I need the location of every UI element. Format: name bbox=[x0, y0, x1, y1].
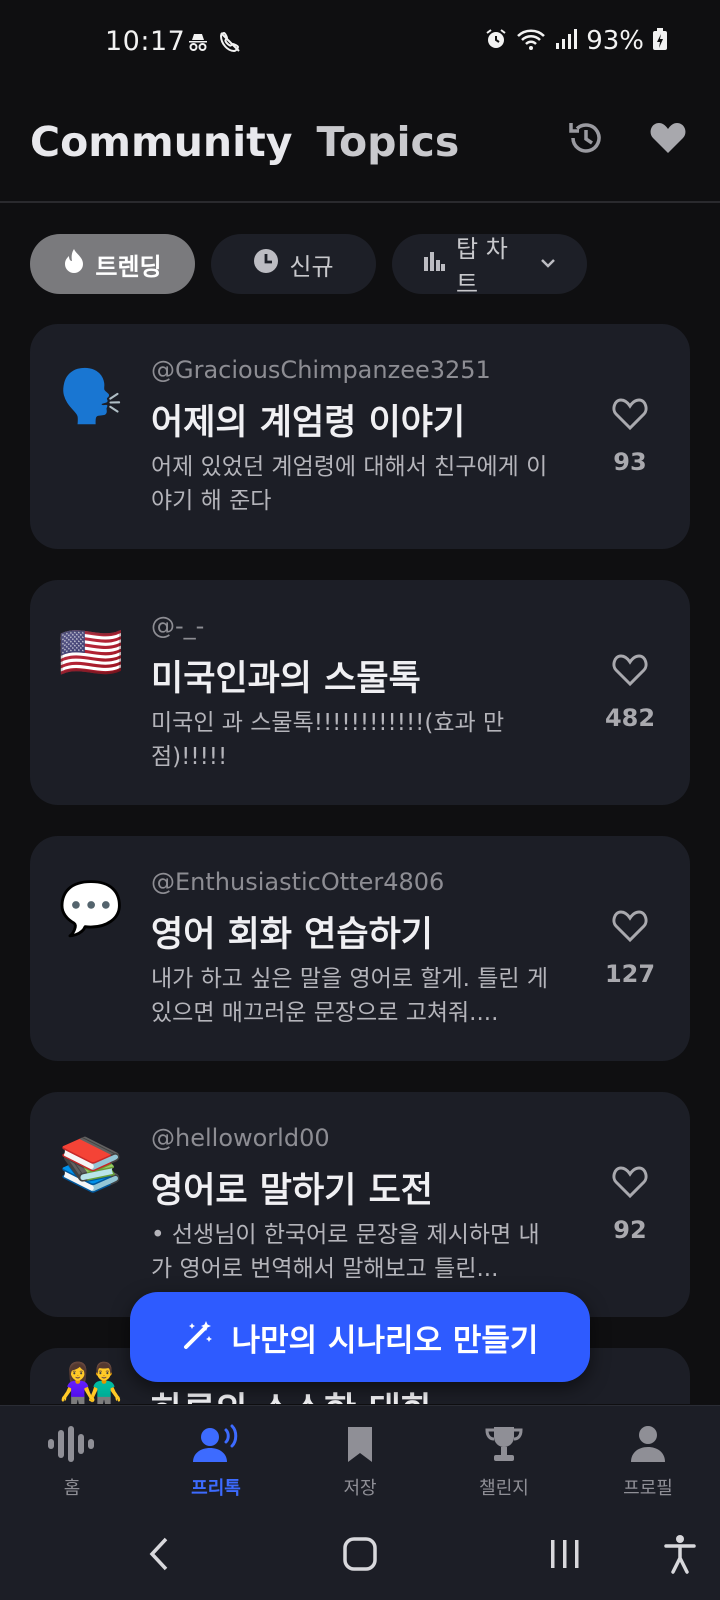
books-emoji: 📚 bbox=[58, 1135, 124, 1195]
bar-chart-icon bbox=[422, 249, 446, 279]
speaking-head-emoji: 🗣️ bbox=[58, 367, 124, 427]
like-button[interactable]: 93 bbox=[600, 396, 660, 476]
back-chevron-icon bbox=[146, 1535, 174, 1577]
tab-topics[interactable]: Topics bbox=[316, 118, 459, 166]
header: Community Topics bbox=[0, 88, 720, 203]
topic-card[interactable]: 💬 @EnthusiasticOtter4806 영어 회화 연습하기 내가 하… bbox=[30, 836, 690, 1061]
system-back-button[interactable] bbox=[135, 1531, 185, 1581]
like-count: 93 bbox=[613, 448, 647, 476]
nav-saved-label: 저장 bbox=[343, 1478, 377, 1499]
header-actions bbox=[564, 118, 690, 162]
people-emoji: 👫 bbox=[58, 1361, 124, 1404]
voice-user-icon bbox=[190, 1424, 242, 1468]
filter-bar: 트렌딩 신규 탑 차트 bbox=[30, 234, 587, 298]
nav-challenge[interactable]: 챌린지 bbox=[432, 1406, 576, 1513]
bottom-nav: 홈 프리톡 저장 챌린지 프로필 bbox=[0, 1405, 720, 1513]
title-tabs: Community Topics bbox=[30, 118, 459, 166]
topic-title: 영어 회화 연습하기 bbox=[151, 915, 433, 955]
heart-outline-icon bbox=[610, 1164, 650, 1204]
topic-card[interactable]: 🇺🇸 @-_- 미국인과의 스물톡 미국인 과 스물톡!!!!!!!!!!!!(… bbox=[30, 580, 690, 805]
filter-new[interactable]: 신규 bbox=[211, 234, 376, 294]
incognito-icon bbox=[186, 30, 210, 58]
like-count: 92 bbox=[613, 1216, 647, 1244]
chevron-down-icon bbox=[539, 250, 557, 278]
tab-community[interactable]: Community bbox=[30, 118, 292, 166]
like-button[interactable]: 92 bbox=[600, 1164, 660, 1244]
topic-title: 어제의 계엄령 이야기 bbox=[151, 403, 466, 443]
topic-author: @EnthusiasticOtter4806 bbox=[151, 868, 445, 896]
topic-card[interactable]: 📚 @helloworld00 영어로 말하기 도전 • 선생님이 한국어로 문… bbox=[30, 1092, 690, 1317]
status-bar: 10:17 93% bbox=[0, 0, 720, 88]
battery-percentage: 93% bbox=[586, 26, 644, 56]
system-home-button[interactable] bbox=[335, 1531, 385, 1581]
nav-profile-label: 프로필 bbox=[623, 1478, 673, 1499]
screen: 10:17 93% Community Topics 트렌딩 신규 탑 차트 🗣… bbox=[0, 0, 720, 1600]
heart-outline-icon bbox=[610, 652, 650, 692]
topic-author: @GraciousChimpanzee3251 bbox=[151, 356, 491, 384]
no-call-icon bbox=[218, 30, 242, 58]
topic-description: 내가 하고 싶은 말을 영어로 할게. 틀린 게 있으면 매끄러운 문장으로 고… bbox=[151, 966, 549, 1026]
waveform-icon bbox=[46, 1424, 98, 1468]
home-square-icon bbox=[342, 1536, 378, 1576]
topic-title: 하루의 소소한 대화 bbox=[151, 1382, 433, 1404]
filter-trending[interactable]: 트렌딩 bbox=[30, 234, 195, 294]
filter-new-label: 신규 bbox=[289, 252, 334, 281]
nav-freetalk[interactable]: 프리톡 bbox=[144, 1406, 288, 1513]
history-icon bbox=[565, 117, 607, 163]
topic-card[interactable]: 🗣️ @GraciousChimpanzee3251 어제의 계엄령 이야기 어… bbox=[30, 324, 690, 549]
nav-freetalk-label: 프리톡 bbox=[191, 1478, 241, 1499]
fire-icon bbox=[63, 248, 85, 280]
clock-icon bbox=[253, 248, 279, 280]
like-count: 127 bbox=[604, 960, 656, 988]
topic-title: 영어로 말하기 도전 bbox=[151, 1171, 433, 1211]
filter-top-chart-label: 탑 차트 bbox=[456, 235, 508, 298]
accessibility-icon bbox=[663, 1534, 697, 1578]
topic-title: 미국인과의 스물톡 bbox=[151, 659, 421, 699]
recents-icon bbox=[548, 1537, 582, 1575]
system-navigation-bar bbox=[0, 1513, 720, 1600]
nav-challenge-label: 챌린지 bbox=[479, 1478, 529, 1499]
us-flag-emoji: 🇺🇸 bbox=[58, 623, 124, 683]
topic-author: @-_- bbox=[151, 612, 205, 640]
alarm-icon bbox=[484, 27, 508, 55]
user-icon bbox=[630, 1424, 666, 1468]
accessibility-button[interactable] bbox=[655, 1531, 705, 1581]
status-left-icons bbox=[186, 30, 242, 58]
topic-description: 미국인 과 스물톡!!!!!!!!!!!!(효과 만점)!!!!! bbox=[151, 710, 505, 770]
magic-wand-icon bbox=[182, 1319, 214, 1355]
system-recents-button[interactable] bbox=[540, 1531, 590, 1581]
like-button[interactable]: 127 bbox=[600, 908, 660, 988]
topic-description: • 선생님이 한국어로 문장을 제시하면 내가 영어로 번역해서 말해보고 틀린… bbox=[151, 1222, 540, 1282]
topic-list[interactable]: 🗣️ @GraciousChimpanzee3251 어제의 계엄령 이야기 어… bbox=[30, 324, 690, 1404]
create-scenario-button[interactable]: 나만의 시나리오 만들기 bbox=[130, 1292, 590, 1382]
nav-home-label: 홈 bbox=[63, 1478, 81, 1499]
topic-author: @helloworld00 bbox=[151, 1124, 330, 1152]
filter-trending-label: 트렌딩 bbox=[95, 252, 162, 281]
create-scenario-label: 나만의 시나리오 만들기 bbox=[231, 1322, 539, 1359]
heart-outline-icon bbox=[610, 908, 650, 948]
heart-outline-icon bbox=[610, 396, 650, 436]
signal-icon bbox=[554, 27, 578, 55]
nav-profile[interactable]: 프로필 bbox=[576, 1406, 720, 1513]
heart-icon bbox=[648, 118, 688, 162]
like-count: 482 bbox=[604, 704, 656, 732]
nav-home[interactable]: 홈 bbox=[0, 1406, 144, 1513]
status-right: 93% bbox=[484, 26, 668, 56]
topic-description: 어제 있었던 계엄령에 대해서 친구에게 이야기 해 준다 bbox=[151, 454, 548, 514]
history-button[interactable] bbox=[564, 118, 608, 162]
battery-icon bbox=[652, 27, 668, 55]
speech-bubble-emoji: 💬 bbox=[58, 879, 124, 939]
filter-top-chart[interactable]: 탑 차트 bbox=[392, 234, 587, 298]
favorites-button[interactable] bbox=[646, 118, 690, 162]
like-button[interactable]: 482 bbox=[600, 652, 660, 732]
status-time: 10:17 bbox=[105, 26, 186, 57]
bookmark-icon bbox=[345, 1424, 375, 1468]
wifi-icon bbox=[516, 27, 546, 55]
nav-saved[interactable]: 저장 bbox=[288, 1406, 432, 1513]
trophy-icon bbox=[484, 1424, 524, 1468]
